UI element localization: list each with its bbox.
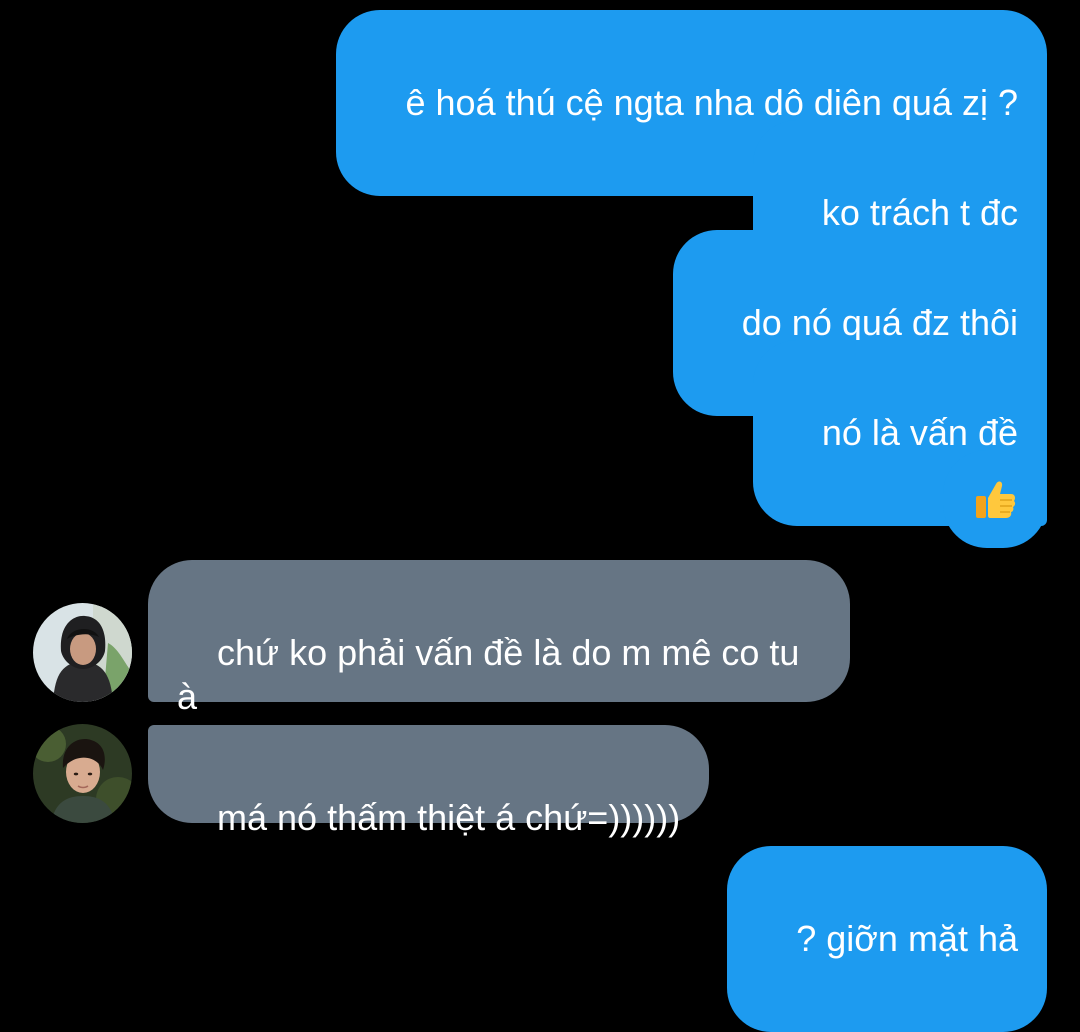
message-text: do nó quá đz thôi (741, 302, 1018, 343)
message-bubble-outgoing[interactable]: ? giỡn mặt hả (727, 846, 1047, 1032)
message-bubble-incoming[interactable]: má nó thấm thiệt á chứ=)))))) (148, 725, 710, 838)
thumbs-up-icon (976, 481, 1016, 518)
message-text: ko trách t đc (821, 192, 1018, 233)
message-text: ? giỡn mặt hả (796, 918, 1018, 959)
message-text: ê hoá thú cệ ngta nha dô diên quá zị ? (405, 82, 1019, 123)
message-text: chứ ko phải vấn đề là do m mê co tu à (177, 632, 800, 717)
message-bubble-incoming[interactable]: chứ ko phải vấn đề là do m mê co tu à (148, 560, 850, 717)
avatar[interactable] (33, 724, 132, 823)
chat-thread: ê hoá thú cệ ngta nha dô diên quá zị ? k… (0, 0, 1080, 1032)
message-text: má nó thấm thiệt á chứ=)))))) (217, 797, 681, 838)
message-bubble-outgoing[interactable]: 👍 (943, 450, 1047, 548)
message-text: nó là vấn đề (821, 412, 1018, 453)
avatar[interactable] (33, 603, 132, 702)
